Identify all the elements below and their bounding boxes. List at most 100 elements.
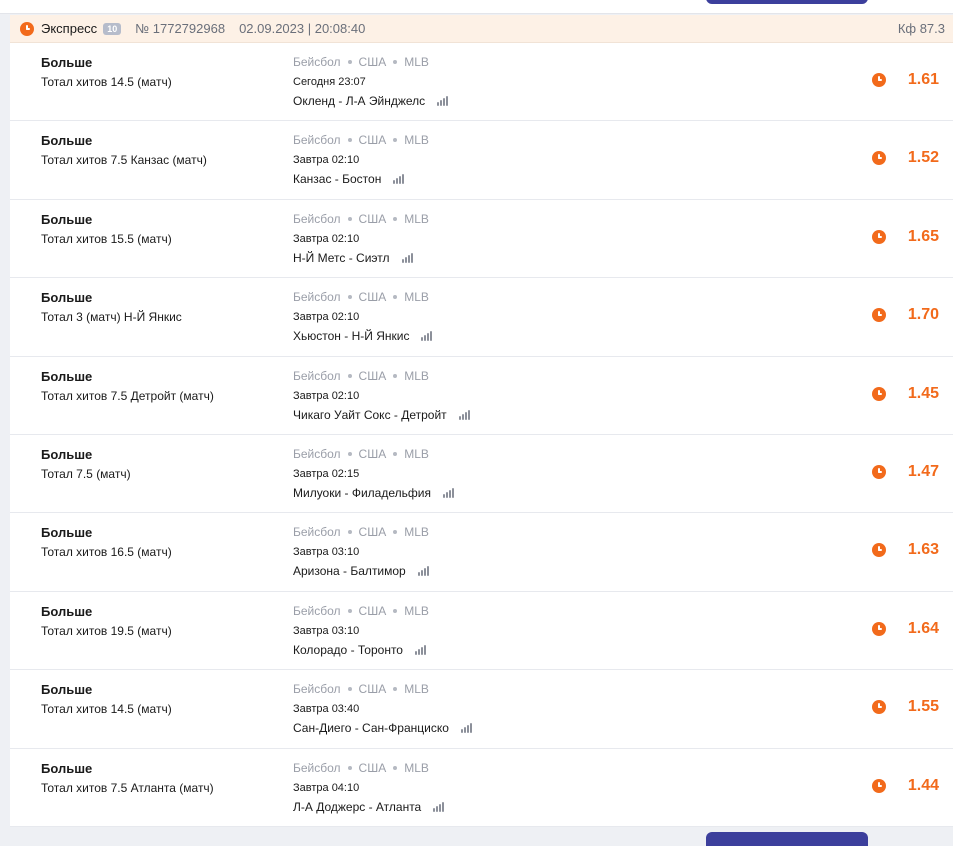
separator-dot — [347, 295, 352, 300]
league-label: MLB — [404, 55, 429, 69]
event-time: Завтра 02:10 — [293, 154, 360, 167]
league-label: MLB — [404, 760, 429, 775]
selection-title: Больше — [41, 368, 93, 384]
stats-icon[interactable] — [401, 252, 413, 263]
selection-title: Больше — [41, 446, 93, 462]
separator-dot — [347, 373, 352, 378]
teams-label[interactable]: Сан-Диего - Сан-Франциско — [293, 721, 449, 735]
selection-market: Тотал хитов 16.5 (матч) — [41, 545, 172, 560]
selection-row: Больше Тотал хитов 15.5 (матч) Бейсбол С… — [10, 200, 953, 279]
event-meta: Бейсбол США MLB — [293, 761, 429, 775]
event-meta: Бейсбол США MLB — [293, 133, 429, 147]
stats-icon[interactable] — [437, 96, 449, 106]
event-teams: Л-А Доджерс - Атланта — [293, 800, 445, 814]
stats-icon[interactable] — [442, 487, 454, 498]
separator-dot — [393, 373, 398, 378]
bottom-action-button[interactable] — [706, 832, 868, 846]
teams-label[interactable]: Чикаго Уайт Сокс - Детройт — [293, 408, 447, 422]
selection-market: Тотал хитов 7.5 Детройт (матч) — [41, 388, 214, 403]
sport-label: Бейсбол — [293, 525, 341, 540]
odds-value: 1.44 — [907, 776, 939, 794]
selection-market: Тотал хитов 7.5 Атланта (матч) — [41, 780, 214, 795]
event-meta: Бейсбол США MLB — [293, 682, 429, 696]
selection-market: Тотал хитов 19.5 (матч) — [41, 623, 172, 638]
country-label: США — [358, 682, 387, 697]
separator-dot — [347, 608, 352, 613]
odds-value: 1.64 — [907, 619, 939, 637]
clock-icon — [872, 778, 886, 793]
teams-label[interactable]: Колорадо - Торонто — [293, 643, 403, 657]
selection-title: Больше — [41, 525, 93, 541]
selection-row: Больше Тотал хитов 14.5 (матч) Бейсбол С… — [10, 670, 953, 749]
country-label: США — [358, 290, 387, 305]
event-time: Завтра 02:10 — [293, 311, 360, 324]
separator-dot — [347, 530, 352, 535]
teams-label[interactable]: Окленд - Л-А Эйнджелс — [293, 94, 425, 108]
stats-icon[interactable] — [417, 566, 429, 577]
separator-dot — [347, 216, 352, 221]
selection-title: Больше — [41, 760, 93, 776]
teams-label[interactable]: Аризона - Балтимор — [293, 564, 406, 578]
event-meta: Бейсбол США MLB — [293, 55, 429, 69]
country-label: США — [358, 55, 387, 69]
stats-icon[interactable] — [421, 331, 433, 342]
clock-icon — [872, 229, 886, 244]
selection-market: Тотал хитов 7.5 Канзас (матч) — [41, 153, 207, 168]
clock-icon — [872, 151, 886, 166]
event-time: Завтра 04:10 — [293, 781, 360, 794]
separator-dot — [393, 295, 398, 300]
event-meta: Бейсбол США MLB — [293, 369, 429, 383]
separator-dot — [347, 60, 352, 64]
selection-title: Больше — [41, 211, 93, 227]
odds-value: 1.65 — [907, 227, 939, 245]
odds-value: 1.45 — [907, 384, 939, 402]
event-time: Завтра 03:10 — [293, 624, 360, 637]
separator-dot — [393, 451, 398, 456]
country-label: США — [358, 760, 387, 775]
clock-icon — [872, 308, 886, 323]
teams-label[interactable]: Милуоки - Филадельфия — [293, 486, 431, 500]
separator-dot — [393, 530, 398, 535]
event-time: Завтра 03:40 — [293, 703, 360, 716]
separator-dot — [347, 687, 352, 692]
league-label: MLB — [404, 682, 429, 697]
teams-label[interactable]: Л-А Доджерс - Атланта — [293, 800, 421, 814]
teams-label[interactable]: Канзас - Бостон — [293, 172, 381, 186]
event-teams: Милуоки - Филадельфия — [293, 486, 454, 500]
separator-dot — [393, 765, 398, 770]
teams-label[interactable]: Н-Й Метс - Сиэтл — [293, 251, 390, 265]
separator-dot — [393, 608, 398, 613]
country-label: США — [358, 133, 387, 148]
event-time: Завтра 02:15 — [293, 467, 360, 480]
stats-icon[interactable] — [393, 174, 405, 185]
league-label: MLB — [404, 603, 429, 618]
league-label: MLB — [404, 211, 429, 226]
total-coefficient: Кф 87.3 — [897, 21, 945, 36]
event-teams: Колорадо - Торонто — [293, 643, 426, 657]
event-time: Завтра 03:10 — [293, 546, 360, 559]
event-teams: Окленд - Л-А Эйнджелс — [293, 94, 449, 108]
event-teams: Хьюстон - Н-Й Янкис — [293, 329, 433, 343]
odds-value: 1.52 — [907, 149, 939, 167]
express-title: Экспресс — [41, 21, 98, 36]
odds-value: 1.63 — [907, 541, 939, 559]
stats-icon[interactable] — [458, 409, 470, 420]
clock-icon — [872, 464, 886, 479]
top-action-button[interactable] — [706, 0, 868, 4]
bet-datetime: 02.09.2023 | 20:08:40 — [239, 21, 366, 36]
stats-icon[interactable] — [460, 723, 472, 734]
clock-icon — [872, 543, 886, 558]
stats-icon[interactable] — [414, 644, 426, 655]
selection-row: Больше Тотал хитов 7.5 Атланта (матч) Бе… — [10, 749, 953, 827]
stats-icon[interactable] — [433, 801, 445, 812]
clock-icon — [872, 621, 886, 636]
separator-dot — [347, 451, 352, 456]
sport-label: Бейсбол — [293, 290, 341, 305]
selection-row: Больше Тотал хитов 16.5 (матч) Бейсбол С… — [10, 513, 953, 592]
odds-value: 1.47 — [907, 462, 939, 480]
event-teams: Канзас - Бостон — [293, 172, 405, 186]
selection-title: Больше — [41, 55, 93, 70]
bet-number: № 1772792968 — [135, 21, 226, 36]
teams-label[interactable]: Хьюстон - Н-Й Янкис — [293, 329, 409, 343]
sport-label: Бейсбол — [293, 368, 341, 383]
